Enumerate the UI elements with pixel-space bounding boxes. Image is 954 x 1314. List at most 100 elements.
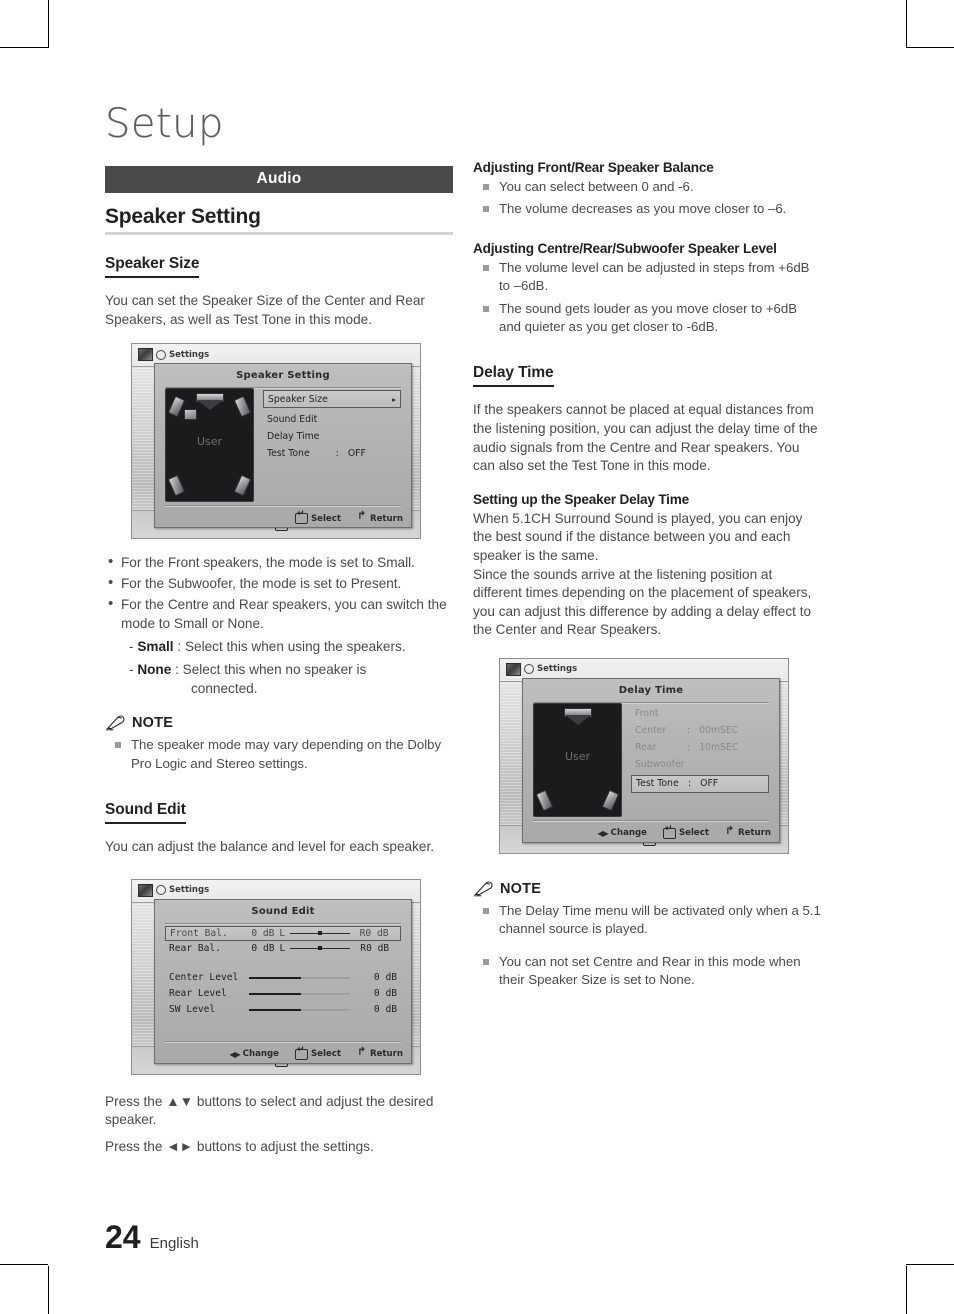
left-column: Setup Audio Speaker Setting Speaker Size… <box>105 104 453 1164</box>
menu-item-label: Sound Edit <box>267 414 318 426</box>
return-icon <box>725 829 735 838</box>
figure-speaker-setting-screen: Settings Move Select Return Speaker Sett… <box>131 343 421 540</box>
menu-item-label: Delay Time <box>267 431 320 443</box>
row-value: 0 dB <box>373 972 397 984</box>
footer-return[interactable]: Return <box>357 1049 403 1060</box>
slider-knob[interactable] <box>318 945 323 950</box>
footer-return[interactable]: Return <box>725 828 771 839</box>
menu-item-colon: : <box>687 741 691 753</box>
menu-item-rear[interactable]: Rear : 10mSEC <box>631 739 769 756</box>
settings-tab-label: Settings <box>537 664 578 675</box>
dialog-title: Sound Edit <box>251 905 315 917</box>
dialog-footer: ◀▶ Change Select Return <box>155 1046 403 1060</box>
front-right-speaker-icon <box>233 395 252 418</box>
footer-change[interactable]: ◀▶ Change <box>597 828 647 839</box>
pencil-icon <box>106 715 125 731</box>
rear-left-speaker-icon <box>535 789 554 812</box>
heading-adjusting-level: Adjusting Centre/Rear/Subwoofer Speaker … <box>473 240 777 256</box>
menu-item-test-tone[interactable]: Test Tone : OFF <box>631 774 769 793</box>
row-center-level[interactable]: Center Level 0 dB <box>165 970 401 986</box>
menu-item-center[interactable]: Center : 00mSEC <box>631 722 769 739</box>
dialog-rule-bottom <box>165 505 401 508</box>
heading-sound-edit: Sound Edit <box>105 801 186 824</box>
settings-tab[interactable]: Settings <box>506 662 578 676</box>
row-left-marker: L <box>279 927 286 939</box>
left-right-icon: ◀▶ <box>229 1049 240 1059</box>
diagram-user-label: User <box>564 749 591 763</box>
level-slider[interactable] <box>249 1008 350 1011</box>
delay-time-menu-list: Front Center : 00mSEC Rear : 10mSEC Subw… <box>631 705 769 793</box>
list-item: The Delay Time menu will be activated on… <box>473 902 821 939</box>
figure-delay-time-screen: Settings Move Select Return Delay Time U… <box>499 657 789 854</box>
list-item: You can select between 0 and -6. <box>473 178 821 196</box>
footer-change-label: Change <box>610 828 647 839</box>
menu-item-sound-edit[interactable]: Sound Edit <box>263 411 401 428</box>
row-front-balance[interactable]: Front Bal. 0 dB L R 0 dB <box>165 925 401 941</box>
menu-item-value: OFF <box>700 778 719 790</box>
menu-item-test-tone[interactable]: Test Tone : OFF <box>263 445 401 462</box>
speaker-setting-menu-list: Speaker Size ▸ Sound Edit Delay Time Tes… <box>263 390 401 462</box>
settings-tab[interactable]: Settings <box>138 348 210 362</box>
list-item: For the Centre and Rear speakers, you ca… <box>105 594 453 633</box>
slider-knob[interactable] <box>317 930 322 935</box>
definition-term: None <box>137 662 172 678</box>
list-item: The volume decreases as you move closer … <box>473 200 821 218</box>
note-header-left: NOTE <box>105 714 453 731</box>
heading-delay-time: Delay Time <box>473 364 554 388</box>
dialog-rule-top <box>165 922 401 925</box>
row-left-db: 0 dB <box>251 927 275 939</box>
front-left-speaker-icon <box>167 395 186 418</box>
menu-item-label: Subwoofer <box>635 758 685 770</box>
delay-time-intro: If the speakers cannot be placed at equa… <box>473 402 818 474</box>
gear-icon <box>156 885 166 896</box>
return-icon <box>357 1050 367 1059</box>
level-slider[interactable] <box>249 992 350 995</box>
page-language: English <box>149 1235 199 1252</box>
footer-return[interactable]: Return <box>357 513 403 524</box>
row-right-db: 0 dB <box>366 942 390 954</box>
speaker-layout-diagram: User <box>165 388 254 503</box>
settings-thumbnail-icon <box>138 348 153 362</box>
definition-small: - Small : Select this when using the spe… <box>105 637 453 656</box>
dialog-sound-edit: Sound Edit Front Bal. 0 dB L R 0 dB Rear… <box>154 898 412 1064</box>
definition-none: - None : Select this when no speaker is … <box>105 660 453 698</box>
menu-item-subwoofer[interactable]: Subwoofer <box>631 756 769 773</box>
rear-right-speaker-icon <box>601 789 620 812</box>
note-label: NOTE <box>500 880 542 897</box>
delay-paragraph-1: When 5.1CH Surround Sound is played, you… <box>473 510 803 563</box>
menu-item-colon: : <box>335 448 339 460</box>
page-title: Speaker Setting <box>105 205 261 228</box>
balance-slider[interactable] <box>290 945 351 950</box>
list-item: The speaker mode may vary depending on t… <box>105 736 453 773</box>
enter-icon <box>294 510 308 525</box>
row-sw-level[interactable]: SW Level 0 dB <box>165 1002 401 1018</box>
dialog-speaker-setting: Speaker Setting User Speaker Size ▸ Soun… <box>154 363 412 529</box>
menu-item-delay-time[interactable]: Delay Time <box>263 428 401 445</box>
dialog-rule-bottom <box>165 1040 401 1043</box>
level-slider[interactable] <box>249 976 350 979</box>
settings-tab-label: Settings <box>169 349 210 360</box>
footer-select[interactable]: Select <box>294 1046 341 1060</box>
row-label: Center Level <box>169 972 239 984</box>
slider-fill <box>249 1008 302 1011</box>
footer-select[interactable]: Select <box>294 510 341 525</box>
settings-thumbnail-icon <box>506 662 521 676</box>
speaker-layout-diagram: User <box>533 702 622 817</box>
menu-item-label: Speaker Size <box>268 393 328 405</box>
row-rear-balance[interactable]: Rear Bal. 0 dB L R 0 dB <box>165 941 401 956</box>
level-list: The volume level can be adjusted in step… <box>473 259 821 337</box>
enter-icon <box>294 1046 308 1060</box>
speaker-size-bullets: For the Front speakers, the mode is set … <box>105 552 453 633</box>
rear-right-speaker-icon <box>233 474 252 497</box>
row-rear-level[interactable]: Rear Level 0 dB <box>165 986 401 1002</box>
menu-item-speaker-size[interactable]: Speaker Size ▸ <box>263 390 401 409</box>
balance-slider[interactable] <box>290 930 350 935</box>
speaker-size-intro: You can set the Speaker Size of the Cent… <box>105 293 425 327</box>
settings-tab[interactable]: Settings <box>138 883 209 897</box>
footer-select[interactable]: Select <box>662 825 709 839</box>
menu-item-front[interactable]: Front <box>631 705 769 722</box>
figure-sound-edit-screen: Settings Move Select Return Sound Edit F… <box>131 878 421 1075</box>
settings-thumbnail-icon <box>138 883 153 897</box>
list-item: The sound gets louder as you move closer… <box>473 300 821 337</box>
footer-change[interactable]: ◀▶ Change <box>229 1049 279 1060</box>
